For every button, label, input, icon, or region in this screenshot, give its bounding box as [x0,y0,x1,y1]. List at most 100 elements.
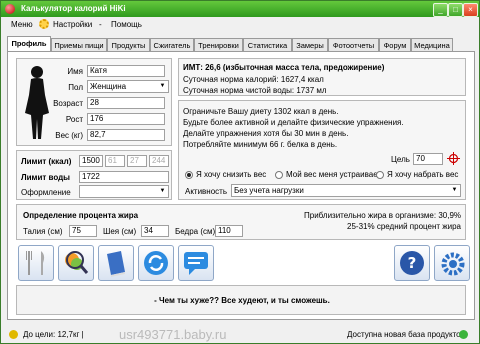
water-limit-label: Лимит воды [21,173,71,182]
tab-forum[interactable]: Форум [379,38,411,51]
limits-box: Лимит (ккал) 1500 61 27 244 Лимит воды 1… [16,150,172,200]
advice-line: Ограничьте Вашу диету 1302 ккал в день. [183,107,339,116]
daily-kcal-text: Суточная норма калорий: 1627,4 ккал [183,75,324,84]
neck-label: Шея (см) [103,227,137,236]
body-fat-title: Определение процента жира [23,211,139,220]
body-fat-approx: Приблизительно жира в организме: 30,9% [304,211,461,220]
help-icon: ? [400,251,424,275]
tab-photo-reports[interactable]: Фотоотчеты [328,38,379,51]
tab-measurements[interactable]: Замеры [292,38,328,51]
daily-water-text: Суточная норма чистой воды: 1737 мл [183,86,327,95]
magnifier-fruit-icon [65,251,89,274]
new-database-link[interactable]: Доступна новая база продуктов [347,330,465,339]
menu-item-settings[interactable]: Настройки [53,20,92,29]
waist-label: Талия (см) [23,227,63,236]
radio-lose-weight[interactable] [185,171,193,179]
maximize-button[interactable]: □ [448,3,463,17]
status-bar: До цели: 12,7кг | usr493771.baby.ru Дост… [1,325,479,343]
window-title: Калькулятор калорий HiKi [21,4,126,13]
settings-gear-icon [441,252,465,276]
tab-products[interactable]: Продукты [107,38,150,51]
weight-input[interactable]: 82,7 [87,129,165,141]
app-window: Калькулятор калорий HiKi _ □ × Меню Наст… [0,0,480,344]
goal-remaining-text: До цели: 12,7кг | [23,330,84,339]
radio-gain-weight-label: Я хочу набрать вес [387,170,459,179]
meals-button[interactable] [18,245,54,281]
weight-label: Вес (кг) [55,131,83,140]
height-label: Рост [65,115,83,124]
kcal-limit-label: Лимит (ккал) [21,157,72,166]
kcal-fat-input: 27 [127,155,147,167]
radio-keep-weight[interactable] [275,171,283,179]
name-input[interactable]: Катя [87,65,165,77]
products-button[interactable] [58,245,94,281]
chevron-down-icon: ▼ [159,188,166,194]
design-label: Оформление [21,188,71,197]
gear-icon [39,19,49,29]
body-fat-box: Определение процента жира Талия (см) 75 … [16,204,466,240]
design-select[interactable]: ▼ [79,185,169,198]
menu-separator: - [99,20,102,29]
activity-select-value: Без учета нагрузки [234,186,304,195]
age-label: Возраст [53,99,83,108]
menu-item-help[interactable]: Помощь [111,20,142,29]
tab-profile[interactable]: Профиль [7,36,51,51]
minimize-button[interactable]: _ [433,3,448,17]
tab-meals[interactable]: Приемы пищи [51,38,107,51]
height-input[interactable]: 176 [87,113,165,125]
chat-icon [184,252,208,275]
menu-bar: Меню Настройки - Помощь [1,17,479,33]
chevron-down-icon: ▼ [159,83,166,89]
online-status-icon [459,330,468,339]
motto-box: - Чем ты хуже?? Все худеют, и ты сможешь… [16,285,466,315]
menu-item-menu[interactable]: Меню [11,20,33,29]
target-icon[interactable] [447,152,460,165]
profile-panel: Имя Катя Пол Женщина ▼ Возраст 28 Рост 1… [7,51,475,320]
water-limit-input[interactable]: 1722 [79,171,169,183]
body-fat-average: 25-31% средний процент жира [347,222,461,231]
title-bar: Калькулятор калорий HiKi _ □ × [1,1,479,17]
goal-input[interactable]: 70 [413,153,443,165]
kcal-limit-input[interactable]: 1500 [79,155,103,167]
settings-button[interactable] [434,245,470,281]
radio-gain-weight[interactable] [376,171,384,179]
advice-line: Будьте более активной и делайте физическ… [183,118,404,127]
kcal-protein-input: 61 [105,155,125,167]
radio-keep-weight-label: Мой вес меня устраивает [286,170,382,179]
sex-select-value: Женщина [90,82,127,91]
kcal-carb-input: 244 [149,155,169,167]
bmi-box: ИМТ: 26,6 (избыточная масса тела, предож… [178,58,466,96]
advice-box: Ограничьте Вашу диету 1302 ккал в день. … [178,100,466,200]
fork-knife-icon [26,251,45,275]
tab-statistics[interactable]: Статистика [243,38,292,51]
status-dot-icon [9,330,18,339]
sex-label: Пол [68,83,83,92]
svg-text:?: ? [408,254,417,272]
book-icon [107,251,125,277]
tab-burner[interactable]: Сжигатель [150,38,194,51]
hip-label: Бедра (см) [175,227,216,236]
book-button[interactable] [98,245,134,281]
refresh-button[interactable] [138,245,174,281]
tab-medicine[interactable]: Медицина [411,38,453,51]
apple-icon [5,4,15,14]
chat-button[interactable] [178,245,214,281]
profile-box: Имя Катя Пол Женщина ▼ Возраст 28 Рост 1… [16,58,172,146]
goal-label: Цель [391,155,410,164]
advice-line: Делайте упражнения хотя бы 30 мин в день… [183,129,349,138]
age-input[interactable]: 28 [87,97,165,109]
hip-input[interactable]: 110 [215,225,243,237]
tab-workouts[interactable]: Тренировки [194,38,243,51]
activity-select[interactable]: Без учета нагрузки ▼ [231,184,461,197]
close-button[interactable]: × [463,3,478,17]
watermark: usr493771.baby.ru [119,327,227,342]
help-button[interactable]: ? [394,245,430,281]
advice-line: Потребляйте минимум 66 г. белка в день. [183,140,338,149]
radio-lose-weight-label: Я хочу снизить вес [196,170,267,179]
neck-input[interactable]: 34 [141,225,169,237]
waist-input[interactable]: 75 [69,225,97,237]
refresh-icon [144,251,168,275]
motto-text: - Чем ты хуже?? Все худеют, и ты сможешь… [154,296,330,305]
chevron-down-icon: ▼ [451,187,458,193]
sex-select[interactable]: Женщина ▼ [87,80,169,93]
